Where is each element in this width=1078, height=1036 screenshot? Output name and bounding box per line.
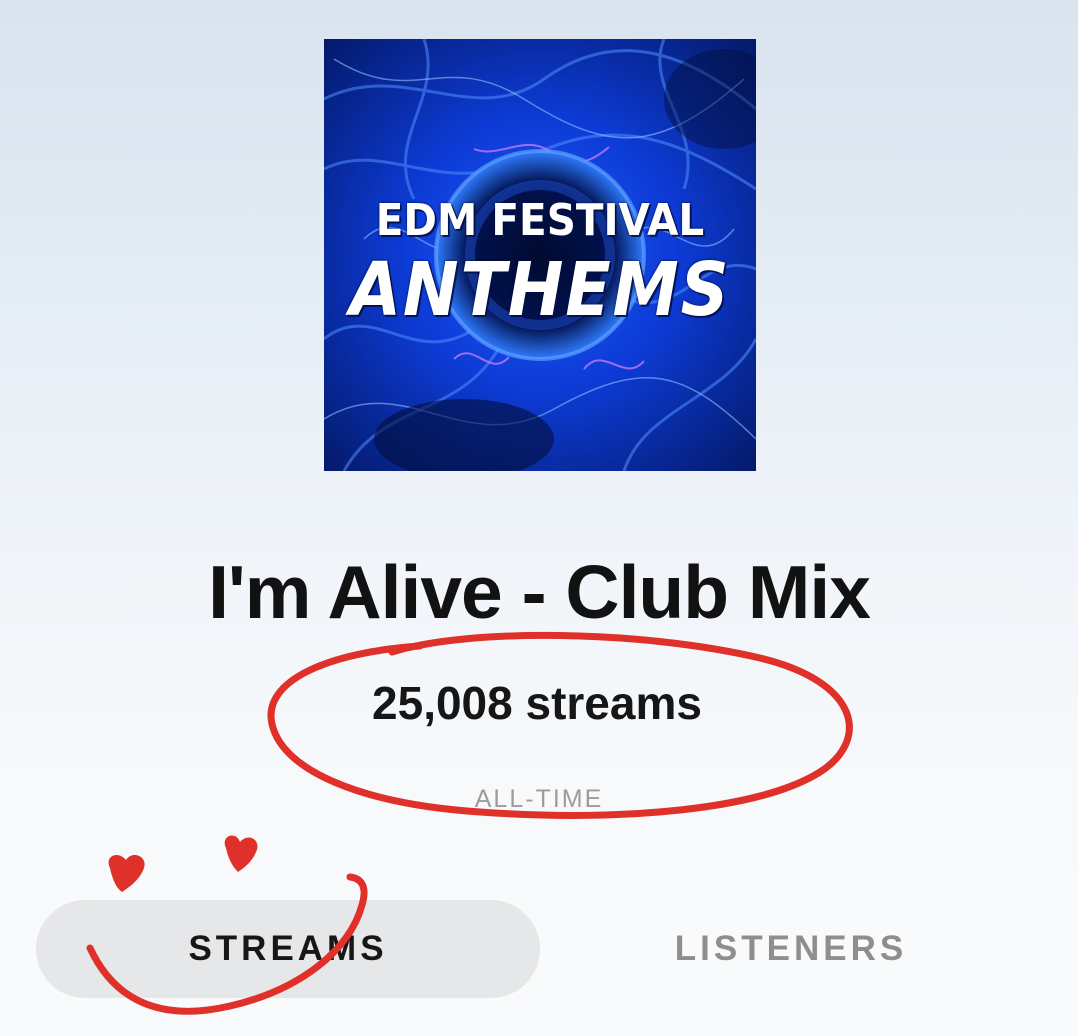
period-label: ALL-TIME (474, 785, 604, 813)
tab-listeners[interactable]: LISTENERS (540, 900, 1042, 998)
stream-count: 25,008 streams (372, 677, 702, 729)
annotation-heart-right (224, 835, 258, 872)
stats-tab-group: STREAMS LISTENERS (36, 900, 1042, 998)
tab-streams[interactable]: STREAMS (36, 900, 540, 998)
album-cover-art: EDM FESTIVAL ANTHEMS (324, 39, 756, 471)
cover-text-line1: EDM FESTIVAL (375, 195, 705, 246)
track-title: I'm Alive - Club Mix (208, 550, 871, 634)
annotation-heart-left (108, 854, 145, 892)
cover-text-line2: ANTHEMS (349, 247, 731, 333)
